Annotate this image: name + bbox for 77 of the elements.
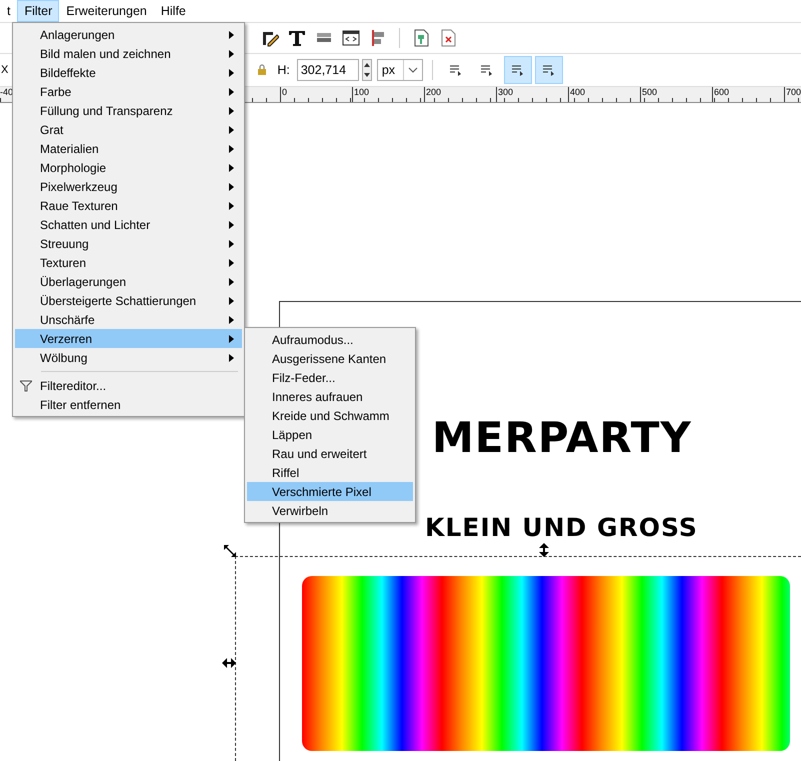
- menu-item[interactable]: Riffel: [247, 463, 413, 482]
- artwork-text: MERPARTY: [432, 413, 692, 462]
- ruler-label: 100: [352, 87, 424, 102]
- menu-item[interactable]: Bildeffekte: [15, 63, 242, 82]
- menu-title[interactable]: t: [0, 0, 18, 22]
- artwork-text: KLEIN UND GROSS: [425, 513, 698, 542]
- submenu-arrow-icon: [229, 316, 234, 324]
- menu-item[interactable]: Inneres aufrauen: [247, 387, 413, 406]
- menu-item[interactable]: Ausgerissene Kanten: [247, 349, 413, 368]
- menu-item[interactable]: Bild malen und zeichnen: [15, 44, 242, 63]
- ruler-label: 200: [424, 87, 496, 102]
- submenu-arrow-icon: [229, 50, 234, 58]
- menu-item[interactable]: Kreide und Schwamm: [247, 406, 413, 425]
- submenu-arrow-icon: [229, 258, 234, 266]
- menu-item[interactable]: Rau und erweitert: [247, 444, 413, 463]
- ruler-label: 700: [784, 87, 801, 102]
- submenu-arrow-icon: [229, 296, 234, 304]
- menu-item[interactable]: Verzerren: [15, 329, 242, 348]
- menu-item[interactable]: Anlagerungen: [15, 25, 242, 44]
- submenu-arrow-icon: [229, 30, 234, 38]
- menu-item[interactable]: Wölbung: [15, 348, 242, 367]
- menu-item[interactable]: Materialien: [15, 139, 242, 158]
- submenu-arrow-icon: [229, 126, 234, 134]
- menu-item[interactable]: Texturen: [15, 253, 242, 272]
- submenu-arrow-icon: [229, 220, 234, 228]
- menu-item[interactable]: Übersteigerte Schattierungen: [15, 291, 242, 310]
- x-label: X: [1, 64, 8, 76]
- transform-toggle[interactable]: [534, 56, 563, 84]
- submenu-arrow-icon: [229, 202, 234, 210]
- scale-handle-icon[interactable]: [539, 543, 549, 557]
- menu-item[interactable]: Filz-Feder...: [247, 368, 413, 387]
- menu-item[interactable]: Überlagerungen: [15, 272, 242, 291]
- ruler-label: 0: [280, 87, 352, 102]
- menu-title[interactable]: Hilfe: [154, 0, 193, 22]
- scale-handle-icon[interactable]: [222, 658, 236, 668]
- menu-item[interactable]: Streuung: [15, 234, 242, 253]
- menu-item[interactable]: Aufraumodus...: [247, 330, 413, 349]
- submenu-arrow-icon: [229, 144, 234, 152]
- submenu-arrow-icon: [229, 334, 234, 342]
- ruler-label: 300: [496, 87, 568, 102]
- menu-item[interactable]: Pixelwerkzeug: [15, 177, 242, 196]
- menu-item[interactable]: Farbe: [15, 82, 242, 101]
- submenu-arrow-icon: [229, 164, 234, 172]
- ruler-label: 600: [712, 87, 784, 102]
- submenu-arrow-icon: [229, 278, 234, 286]
- submenu-arrow-icon: [229, 354, 234, 362]
- menu-item[interactable]: Verwirbeln: [247, 501, 413, 520]
- height-label: H:: [277, 63, 290, 77]
- menu-item[interactable]: Schatten und Lichter: [15, 215, 242, 234]
- ruler-label: 500: [640, 87, 712, 102]
- scale-handle-icon[interactable]: [224, 545, 236, 557]
- menu-item[interactable]: Raue Texturen: [15, 196, 242, 215]
- transform-icon: [448, 64, 463, 76]
- menu-item[interactable]: Unschärfe: [15, 310, 242, 329]
- unit-select[interactable]: px: [376, 59, 423, 81]
- menu-item[interactable]: Verschmierte Pixel: [247, 482, 413, 501]
- menu-item[interactable]: Füllung und Transparenz: [15, 101, 242, 120]
- funnel-icon: [20, 380, 32, 392]
- submenu-arrow-icon: [229, 182, 234, 190]
- transform-icon: [480, 64, 494, 76]
- submenu-arrow-icon: [229, 88, 234, 96]
- ruler-label: 400: [568, 87, 640, 102]
- menu-item[interactable]: Filtereditor...: [15, 376, 242, 395]
- transform-icon: [510, 64, 525, 76]
- submenu-arrow-icon: [229, 68, 234, 76]
- submenu-arrow-icon: [229, 240, 234, 248]
- menu-item[interactable]: Grat: [15, 120, 242, 139]
- menu-title[interactable]: Filter: [17, 0, 60, 22]
- spin-buttons-icon[interactable]: [362, 59, 372, 81]
- menu-item[interactable]: Läppen: [247, 425, 413, 444]
- menu-title[interactable]: Erweiterungen: [59, 0, 154, 22]
- transform-toggle[interactable]: [504, 56, 532, 84]
- menu-item[interactable]: Filter entfernen: [15, 395, 242, 414]
- menu-item[interactable]: Morphologie: [15, 158, 242, 177]
- height-input-field[interactable]: 302,714: [296, 59, 359, 81]
- submenu-arrow-icon: [229, 106, 234, 114]
- transform-icon: [542, 64, 556, 76]
